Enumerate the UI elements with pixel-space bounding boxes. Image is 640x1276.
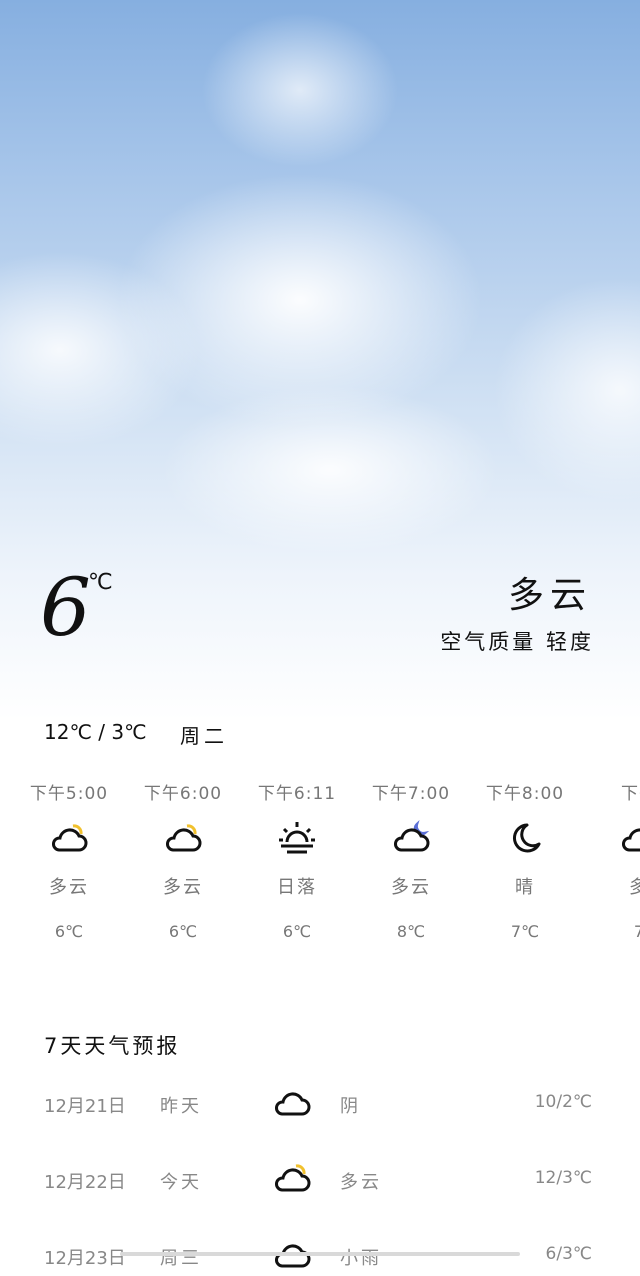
hour-temp: 7 — [633, 922, 640, 941]
current-condition: 多云 — [507, 575, 592, 616]
forecast-date: 12月23日 — [44, 1248, 126, 1269]
forecast-day: 周三 — [160, 1248, 202, 1269]
cloudy-sun-icon — [272, 1160, 312, 1196]
cloud-icon — [582, 808, 640, 868]
forecast-row[interactable]: 12月23日 周三 小雨 6/3℃ — [0, 1236, 640, 1276]
cloudy-moon-icon — [354, 808, 468, 868]
hour-time: 下午8:00 — [485, 784, 565, 804]
hour-time: 下午7:00 — [371, 784, 451, 804]
forecast-day: 今天 — [160, 1172, 202, 1193]
forecast-row[interactable]: 12月22日 今天 多云 12/3℃ — [0, 1160, 640, 1200]
hour-condition: 多云 — [49, 877, 89, 898]
hourly-item: 下午5:00 多云 6℃ — [12, 780, 126, 956]
cloud-icon — [272, 1084, 312, 1120]
today-temp-range: 12℃ / 3℃ — [44, 720, 147, 744]
forecast-row[interactable]: 12月21日 昨天 阴 10/2℃ — [0, 1084, 640, 1124]
cloudy-sun-icon — [12, 808, 126, 868]
forecast-title: 7天天气预报 — [44, 1034, 181, 1058]
hourly-item: 下午 多 7 — [582, 780, 640, 956]
hourly-item: 下午8:00 晴 7℃ — [468, 780, 582, 956]
hour-condition: 多 — [582, 868, 640, 908]
scrollbar[interactable] — [120, 1252, 520, 1256]
forecast-date: 12月21日 — [44, 1096, 126, 1117]
current-temperature: 6 — [40, 561, 91, 654]
forecast-date: 12月22日 — [44, 1172, 126, 1193]
hour-time: 下午 — [621, 784, 640, 804]
cloudy-sun-icon — [126, 808, 240, 868]
hour-temp: 6℃ — [282, 922, 312, 941]
forecast-range: 10/2℃ — [534, 1092, 592, 1112]
hour-condition: 多云 — [391, 877, 431, 898]
hour-temp: 6℃ — [168, 922, 198, 941]
hourly-item: 下午7:00 多云 8℃ — [354, 780, 468, 956]
forecast-condition: 阴 — [340, 1096, 361, 1117]
hour-temp: 6℃ — [54, 922, 84, 941]
forecast-condition: 多云 — [340, 1172, 382, 1193]
hourly-item: 下午6:00 多云 6℃ — [126, 780, 240, 956]
forecast-day: 昨天 — [160, 1096, 202, 1117]
forecast-range: 6/3℃ — [545, 1244, 592, 1264]
hour-condition: 多云 — [163, 877, 203, 898]
sunset-icon — [240, 808, 354, 868]
moon-icon — [468, 808, 582, 868]
hour-temp: 7℃ — [510, 922, 540, 941]
hour-condition: 日落 — [277, 877, 317, 898]
hour-condition: 晴 — [515, 877, 535, 898]
forecast-condition: 小雨 — [340, 1248, 382, 1269]
hour-time: 下午6:00 — [143, 784, 223, 804]
hour-time: 下午6:11 — [257, 784, 337, 804]
air-quality[interactable]: 空气质量 轻度 — [440, 626, 594, 656]
hourly-forecast[interactable]: 下午5:00 多云 6℃ 下午6:00 多云 6℃ 下午6:11 日落 6℃ 下… — [0, 780, 640, 960]
hour-temp: 8℃ — [396, 922, 426, 941]
hourly-item: 下午6:11 日落 6℃ — [240, 780, 354, 956]
hour-time: 下午5:00 — [29, 784, 109, 804]
forecast-range: 12/3℃ — [534, 1168, 592, 1188]
today-weekday: 周二 — [180, 724, 228, 748]
temperature-unit: ℃ — [88, 570, 113, 595]
